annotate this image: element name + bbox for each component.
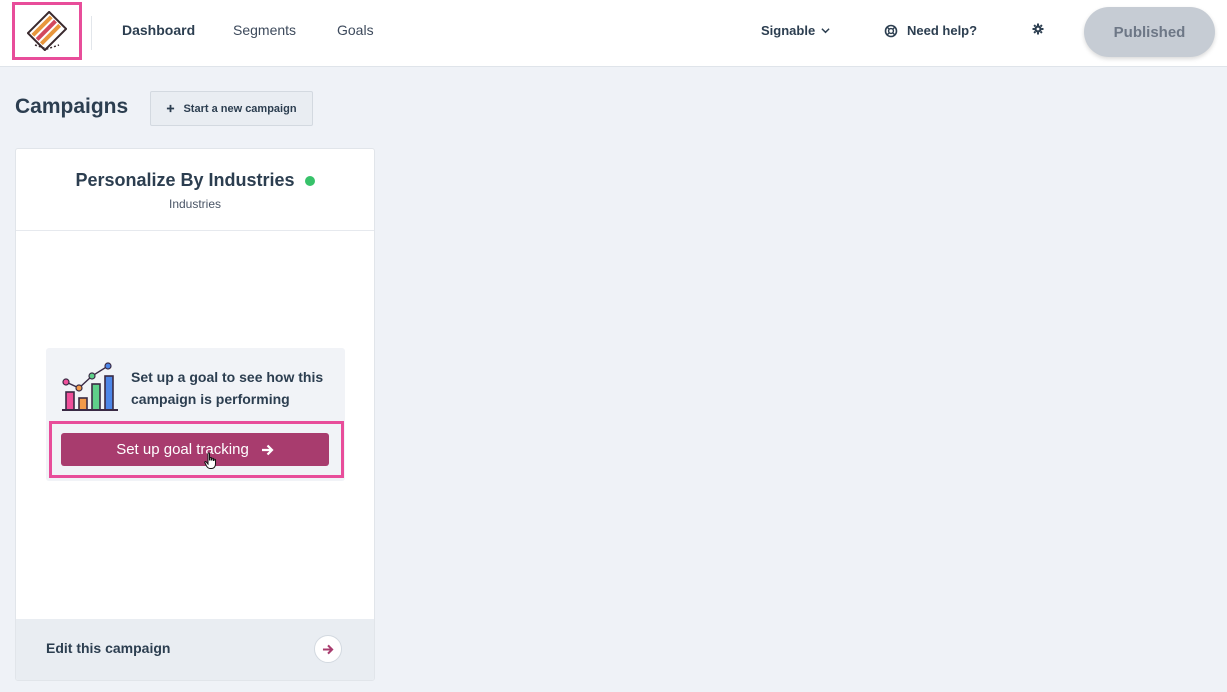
goal-setup-panel: Set up a goal to see how this campaign i… <box>46 348 345 481</box>
campaign-card-footer[interactable]: Edit this campaign <box>16 619 374 680</box>
campaign-title: Personalize By Industries <box>75 170 295 190</box>
help-link[interactable]: Need help? <box>884 23 977 38</box>
arrow-right-icon <box>261 444 274 455</box>
campaign-card: Personalize By Industries Industries Set… <box>15 148 375 681</box>
start-new-campaign-label: Start a new campaign <box>183 102 297 115</box>
logo-divider <box>91 16 92 50</box>
goal-button-label: Set up goal tracking <box>116 441 249 458</box>
status-dot <box>304 175 315 186</box>
chevron-down-icon <box>821 28 830 34</box>
lifebuoy-icon <box>884 24 898 37</box>
logo-icon <box>27 11 67 51</box>
arrow-right-icon <box>322 644 334 654</box>
top-navigation-bar: Dashboard Segments Goals Signable Need h… <box>0 0 1227 67</box>
hand-pointer-icon <box>204 452 216 469</box>
logo-highlight[interactable] <box>12 2 82 60</box>
account-label: Signable <box>761 23 816 38</box>
page-title: Campaigns <box>15 95 129 118</box>
help-label: Need help? <box>907 23 978 38</box>
nav-goals[interactable]: Goals <box>337 22 374 38</box>
set-up-goal-tracking-button[interactable]: Set up goal tracking <box>61 433 329 466</box>
campaign-card-header: Personalize By Industries Industries <box>16 149 374 231</box>
account-dropdown[interactable]: Signable <box>761 23 830 38</box>
plus-icon <box>167 104 175 113</box>
settings-button[interactable] <box>1032 23 1044 35</box>
goal-prompt-text: Set up a goal to see how this campaign i… <box>131 369 324 407</box>
campaign-subtitle: Industries <box>168 197 222 211</box>
nav-dashboard[interactable]: Dashboard <box>122 22 195 38</box>
edit-campaign-link[interactable]: Edit this campaign <box>46 640 170 656</box>
start-new-campaign-button[interactable]: Start a new campaign <box>150 91 313 126</box>
gear-icon <box>1032 23 1044 35</box>
nav-segments[interactable]: Segments <box>233 22 296 38</box>
edit-campaign-arrow-button[interactable] <box>314 635 342 663</box>
published-button[interactable]: Published <box>1084 7 1215 57</box>
bar-chart-icon <box>62 362 118 411</box>
campaign-title-row: Personalize By Industries <box>16 170 374 191</box>
